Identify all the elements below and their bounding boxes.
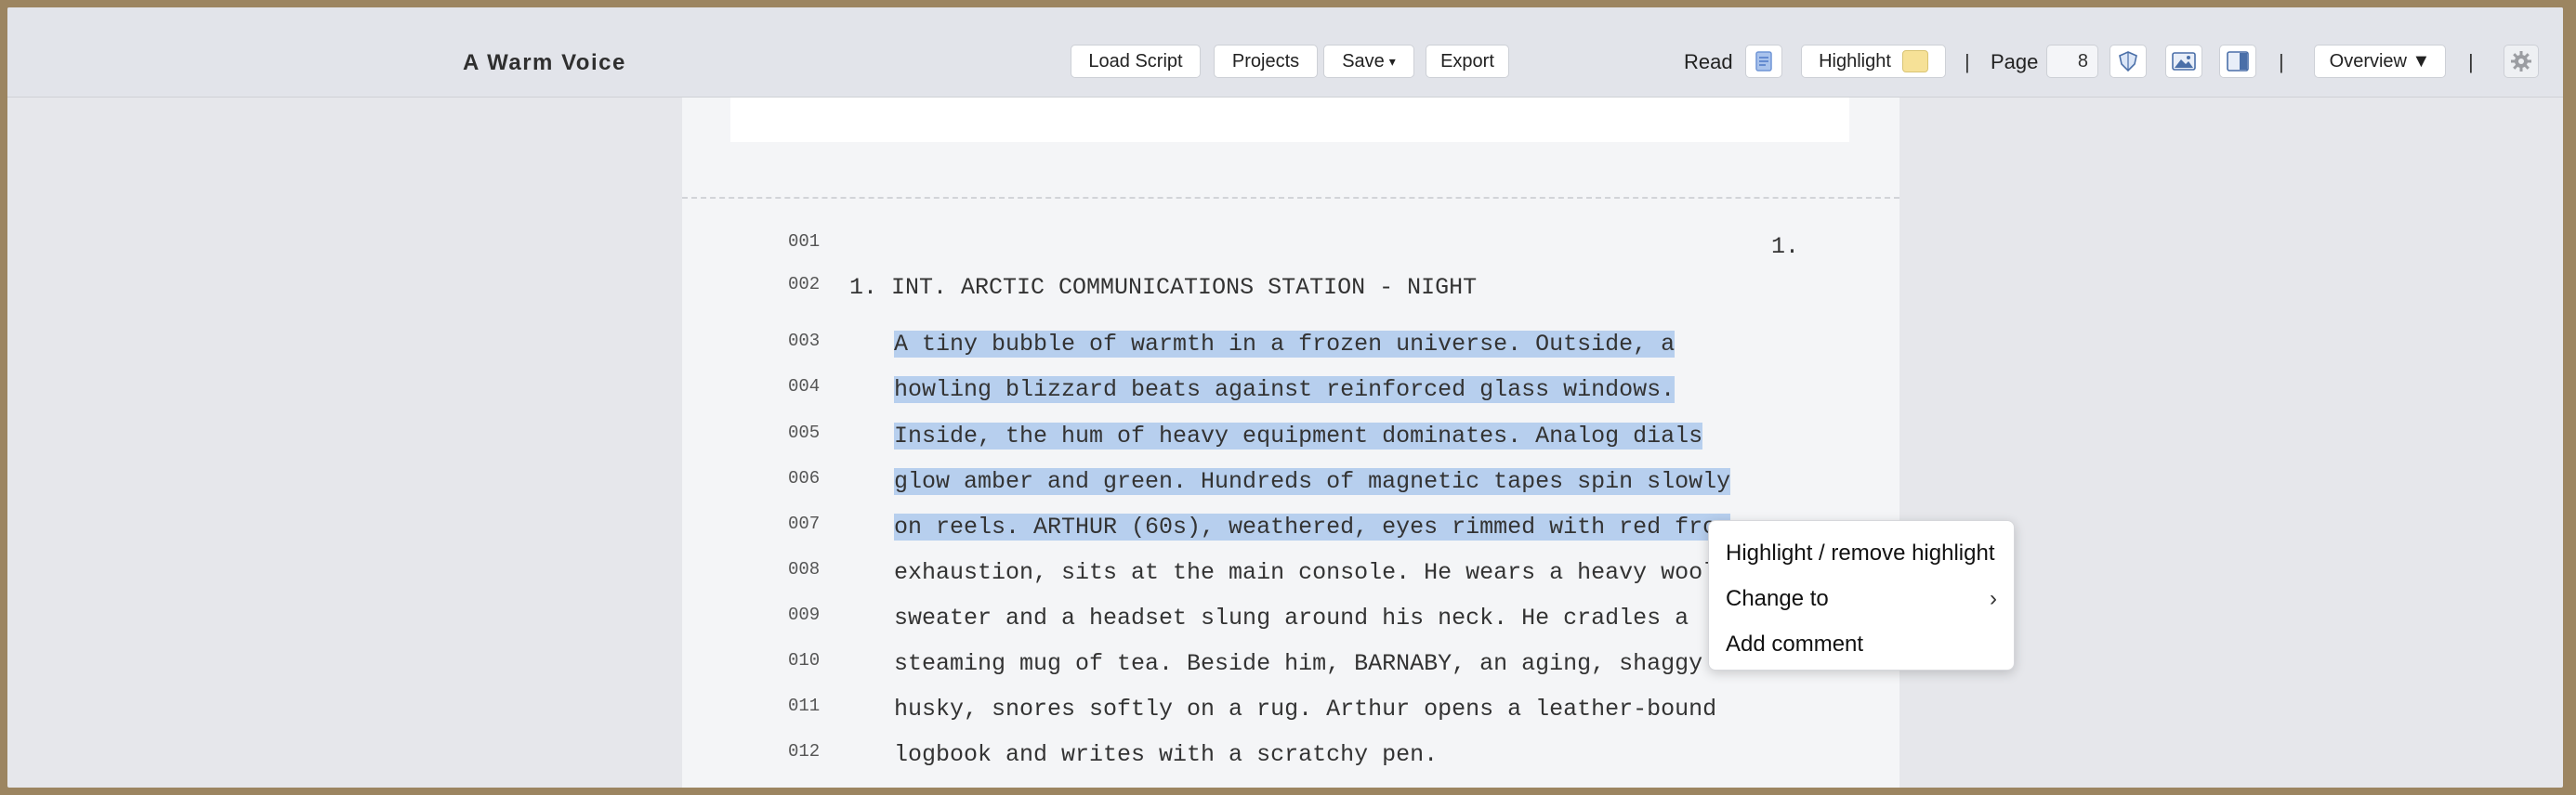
chevron-down-icon: ▾ (1388, 53, 1396, 69)
save-button[interactable]: Save ▾ (1323, 45, 1414, 78)
line-number: 003 (788, 331, 821, 351)
line-number: 002 (788, 274, 821, 294)
action-line[interactable]: steaming mug of tea. Beside him, BARNABY… (894, 650, 1702, 677)
gear-icon (2511, 51, 2531, 72)
page-label: Page (1991, 50, 2039, 73)
shield-icon (2119, 51, 2137, 72)
menu-item-highlight[interactable]: Highlight / remove highlight (1726, 541, 1995, 567)
toolbar-separator: | (2279, 50, 2284, 73)
shield-button[interactable] (2109, 45, 2147, 78)
panel-icon (2227, 51, 2249, 72)
overview-dropdown[interactable]: Overview ▼ (2314, 45, 2446, 78)
action-line[interactable]: logbook and writes with a scratchy pen. (894, 741, 1438, 768)
line-number: 006 (788, 468, 821, 489)
page-break-divider (682, 197, 1899, 199)
action-line[interactable]: glow amber and green. Hundreds of magnet… (894, 468, 1731, 495)
app-title: A Warm Voice (463, 50, 626, 75)
action-line[interactable]: Inside, the hum of heavy equipment domin… (894, 423, 1703, 450)
image-icon (2172, 52, 2196, 71)
export-button[interactable]: Export (1426, 45, 1509, 78)
line-number: 010 (788, 650, 821, 671)
read-mode-button[interactable] (1745, 45, 1782, 78)
app-window: A Warm Voice Load Script Projects Save ▾… (7, 7, 2563, 788)
previous-page-bottom (730, 98, 1849, 142)
action-line[interactable]: exhaustion, sits at the main console. He… (894, 559, 1716, 586)
context-menu: Highlight / remove highlight Change to ›… (1708, 520, 2015, 671)
page-number: 1. (1771, 233, 1800, 260)
load-script-button[interactable]: Load Script (1071, 45, 1201, 78)
highlight-color-swatch (1901, 50, 1928, 72)
toolbar-separator: | (2468, 50, 2474, 73)
toolbar-separator: | (1965, 50, 1970, 73)
projects-button[interactable]: Projects (1214, 45, 1318, 78)
page-number-input[interactable]: 8 (2046, 45, 2098, 78)
line-number: 004 (788, 376, 821, 397)
line-number: 005 (788, 423, 821, 443)
action-line[interactable]: howling blizzard beats against reinforce… (894, 376, 1676, 403)
image-button[interactable] (2165, 45, 2202, 78)
scene-heading[interactable]: 1. INT. ARCTIC COMMUNICATIONS STATION - … (849, 274, 1477, 301)
line-number: 007 (788, 514, 821, 534)
script-page: 001 1. 002 1. INT. ARCTIC COMMUNICATIONS… (682, 98, 1899, 788)
action-line[interactable]: on reels. ARTHUR (60s), weathered, eyes … (894, 514, 1731, 541)
action-line[interactable]: A tiny bubble of warmth in a frozen univ… (894, 331, 1676, 358)
line-number: 011 (788, 696, 821, 716)
menu-item-add-comment[interactable]: Add comment (1726, 632, 1863, 658)
line-number: 012 (788, 741, 821, 762)
menu-item-change-to[interactable]: Change to (1726, 586, 1829, 612)
line-number: 009 (788, 605, 821, 625)
panel-button[interactable] (2219, 45, 2256, 78)
highlight-label: Highlight (1819, 50, 1891, 72)
line-number: 001 (788, 231, 821, 252)
toolbar: A Warm Voice Load Script Projects Save ▾… (7, 7, 2563, 98)
chevron-right-icon: › (1990, 586, 1997, 611)
action-line[interactable]: sweater and a headset slung around his n… (894, 605, 1689, 632)
action-line[interactable]: husky, snores softly on a rug. Arthur op… (894, 696, 1716, 723)
line-number: 008 (788, 559, 821, 580)
settings-button[interactable] (2504, 45, 2539, 78)
document-icon (1755, 51, 1772, 72)
save-label: Save (1342, 50, 1385, 72)
read-label: Read (1684, 50, 1733, 73)
highlight-button[interactable]: Highlight (1801, 45, 1946, 78)
